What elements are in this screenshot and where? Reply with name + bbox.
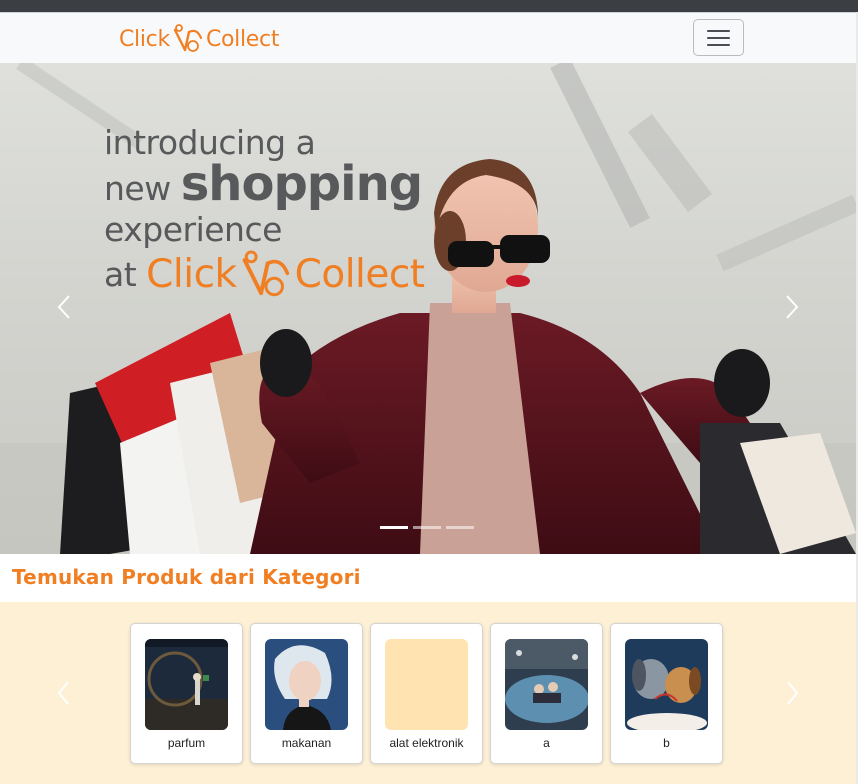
navbar-toggler-button[interactable] <box>693 19 744 56</box>
carousel-indicators <box>380 526 474 529</box>
category-label: makanan <box>281 736 332 750</box>
chevron-right-icon <box>787 681 799 705</box>
carousel-prev-button[interactable] <box>50 292 80 322</box>
category-card-list: parfum makanan alat elektronik a b <box>130 623 723 764</box>
hero-carousel: introducing a new shopping experience at… <box>0 63 856 554</box>
category-card-makanan[interactable]: makanan <box>250 623 363 764</box>
category-label: alat elektronik <box>389 736 464 750</box>
carousel-indicator[interactable] <box>380 526 408 529</box>
navbar: Click Collect <box>0 12 856 63</box>
carousel-indicator[interactable] <box>446 526 474 529</box>
hamburger-icon-bar <box>707 43 730 46</box>
hero-line-2-prefix: new <box>104 169 171 208</box>
brand-click-text: Click <box>119 26 170 52</box>
hero-brand-logo: Click Collect <box>146 250 426 300</box>
hero-line-4: at Click Collect <box>104 250 425 300</box>
category-label: a <box>543 736 550 750</box>
category-card-alat-elektronik[interactable]: alat elektronik <box>370 623 483 764</box>
category-thumbnail <box>505 639 588 730</box>
hero-line-4-prefix: at <box>104 255 137 294</box>
hero-brand-collect-text: Collect <box>294 252 426 297</box>
carousel-next-button[interactable] <box>776 292 806 322</box>
category-card-b[interactable]: b <box>610 623 723 764</box>
category-next-button[interactable] <box>780 678 804 708</box>
chevron-right-icon <box>786 295 799 319</box>
category-thumbnail <box>265 639 348 730</box>
chevron-left-icon <box>57 295 70 319</box>
category-label: b <box>663 736 670 750</box>
hero-line-3: experience <box>104 210 282 249</box>
carousel-indicator[interactable] <box>413 526 441 529</box>
hero-brand-click-text: Click <box>146 252 237 297</box>
category-card-parfum[interactable]: parfum <box>130 623 243 764</box>
category-thumbnail <box>625 639 708 730</box>
chevron-left-icon <box>57 681 69 705</box>
category-carousel: parfum makanan alat elektronik a b <box>0 602 856 784</box>
brand-collect-text: Collect <box>205 26 280 52</box>
cursor-bag-icon <box>173 24 203 52</box>
category-prev-button[interactable] <box>52 678 76 708</box>
hero-headline: introducing a new shopping experience at… <box>104 123 425 300</box>
browser-chrome-bar <box>0 0 858 12</box>
cursor-bag-icon <box>242 250 289 297</box>
hero-line-2-emphasis: shopping <box>180 156 423 212</box>
category-thumbnail <box>385 639 468 730</box>
hamburger-icon-bar <box>707 36 730 39</box>
category-section-title: Temukan Produk dari Kategori <box>12 565 361 589</box>
brand-logo[interactable]: Click Collect <box>119 23 279 55</box>
hamburger-icon-bar <box>707 29 730 32</box>
hero-line-2: new shopping <box>104 160 425 210</box>
category-card-a[interactable]: a <box>490 623 603 764</box>
category-label: parfum <box>167 736 206 750</box>
category-thumbnail <box>145 639 228 730</box>
